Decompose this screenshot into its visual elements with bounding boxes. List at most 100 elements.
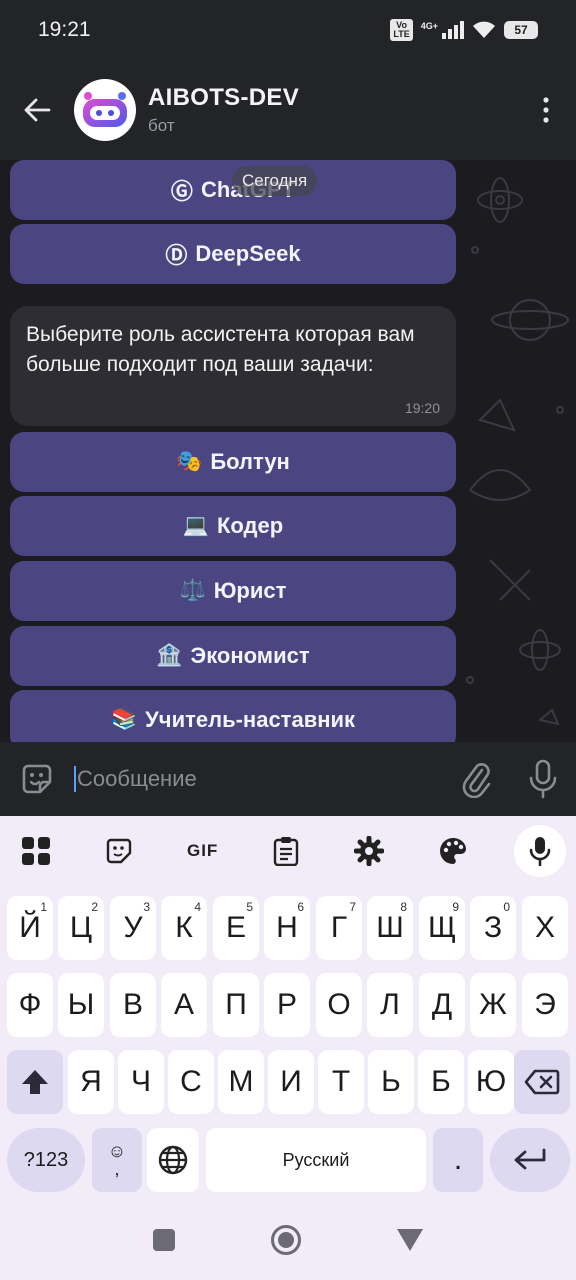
language-key[interactable] [147, 1128, 199, 1192]
key-й[interactable]: Й1 [7, 896, 53, 960]
role-button-lawyer[interactable]: ⚖️ Юрист [10, 561, 456, 621]
recents-button[interactable] [153, 1229, 175, 1251]
back-nav-button[interactable] [397, 1229, 423, 1251]
enter-icon [514, 1148, 546, 1170]
key-н[interactable]: Н6 [264, 896, 310, 960]
key-э[interactable]: Э [522, 973, 568, 1037]
key-а[interactable]: А [161, 973, 207, 1037]
books-icon: 📚 [110, 708, 138, 731]
key-г[interactable]: Г7 [316, 896, 362, 960]
key-т[interactable]: Т [318, 1050, 364, 1114]
gear-icon [354, 836, 385, 866]
key-х[interactable]: Х [522, 896, 568, 960]
key-label: Б [431, 1065, 451, 1098]
key-л[interactable]: Л [367, 973, 413, 1037]
key-ь[interactable]: Ь [368, 1050, 414, 1114]
model-button-chatgpt[interactable]: Ⓖ ChatGPT [10, 160, 456, 220]
key-label: М [228, 1065, 254, 1098]
comma-emoji-key[interactable]: ☺ , [92, 1128, 142, 1192]
backspace-key[interactable] [514, 1050, 570, 1114]
key-п[interactable]: П [213, 973, 259, 1037]
status-icons: Vo LTE 4G+ 57 [390, 19, 538, 41]
key-ы[interactable]: Ы [58, 973, 104, 1037]
key-label: Щ [427, 911, 457, 944]
system-nav-bar [0, 1200, 576, 1280]
settings-button[interactable] [347, 829, 391, 873]
space-key[interactable]: Русский [206, 1128, 426, 1192]
chat-area[interactable]: Ⓖ ChatGPT Сегодня Ⓓ DeepSeek Выберите ро… [0, 160, 576, 742]
key-и[interactable]: И [268, 1050, 314, 1114]
key-щ[interactable]: Щ9 [419, 896, 465, 960]
chat-header: AIBOTS-DEV бот [0, 60, 576, 160]
robot-icon [83, 92, 127, 127]
message-bubble: Выберите роль ассистента которая вам бол… [10, 306, 456, 426]
key-ч[interactable]: Ч [118, 1050, 164, 1114]
bot-title: AIBOTS-DEV [148, 84, 300, 111]
home-button[interactable] [271, 1225, 301, 1255]
enter-key[interactable] [490, 1128, 570, 1192]
key-label: Ь [381, 1065, 401, 1098]
key-ц[interactable]: Ц2 [58, 896, 104, 960]
battery-icon: 57 [504, 21, 538, 39]
role-button-coder[interactable]: 💻 Кодер [10, 496, 456, 556]
key-д[interactable]: Д [419, 973, 465, 1037]
key-ю[interactable]: Ю [468, 1050, 514, 1114]
emoji-sticker-button[interactable] [0, 742, 74, 816]
key-у[interactable]: У3 [110, 896, 156, 960]
key-label: Ы [67, 988, 95, 1021]
key-label: Ю [475, 1065, 507, 1098]
header-texts[interactable]: AIBOTS-DEV бот [148, 84, 516, 136]
shift-key[interactable] [7, 1050, 63, 1114]
key-е[interactable]: Е5 [213, 896, 259, 960]
key-з[interactable]: З0 [470, 896, 516, 960]
key-hint: 0 [503, 900, 510, 914]
status-time: 19:21 [38, 18, 91, 41]
keyboard-toolbar: GIF [0, 816, 576, 886]
key-б[interactable]: Б [418, 1050, 464, 1114]
symbols-key[interactable]: ?123 [7, 1128, 85, 1192]
key-hint: 8 [400, 900, 407, 914]
key-о[interactable]: О [316, 973, 362, 1037]
theme-button[interactable] [431, 829, 475, 873]
message-input[interactable]: Сообщение [74, 742, 444, 816]
back-button[interactable] [0, 60, 74, 160]
avatar[interactable] [74, 79, 136, 141]
theater-masks-icon: 🎭 [176, 450, 203, 473]
role-button-teacher[interactable]: 📚 Учитель-наставник [10, 690, 456, 742]
key-ф[interactable]: Ф [7, 973, 53, 1037]
key-label: Н [276, 911, 298, 944]
apps-grid-button[interactable] [14, 829, 58, 873]
laptop-icon: 💻 [182, 514, 209, 537]
sticker-tool-button[interactable] [97, 829, 141, 873]
role-button-boltun[interactable]: 🎭 Болтун [10, 432, 456, 492]
clipboard-button[interactable] [264, 829, 308, 873]
attach-button[interactable] [444, 742, 510, 816]
sticker-icon [22, 764, 52, 794]
gif-button[interactable]: GIF [181, 829, 225, 873]
voice-record-button[interactable] [510, 742, 576, 816]
volte-icon: Vo LTE [390, 19, 413, 41]
key-label: Ч [131, 1065, 151, 1098]
key-к[interactable]: К4 [161, 896, 207, 960]
key-ш[interactable]: Ш8 [367, 896, 413, 960]
period-key[interactable]: . [433, 1128, 483, 1192]
key-р[interactable]: Р [264, 973, 310, 1037]
voice-typing-button[interactable] [513, 825, 566, 877]
more-menu-button[interactable] [516, 60, 576, 160]
key-в[interactable]: В [110, 973, 156, 1037]
palette-icon [439, 838, 466, 864]
model-button-deepseek[interactable]: Ⓓ DeepSeek [10, 224, 456, 284]
key-label: ?123 [23, 1148, 69, 1171]
key-label: , [114, 1159, 120, 1179]
more-vertical-icon [543, 97, 549, 123]
key-label: Русский [282, 1149, 350, 1170]
key-м[interactable]: М [218, 1050, 264, 1114]
wifi-icon [473, 21, 495, 38]
key-с[interactable]: С [168, 1050, 214, 1114]
key-hint: 7 [349, 900, 356, 914]
signal-icon [442, 21, 464, 39]
key-label: Э [534, 988, 556, 1021]
role-button-economist[interactable]: 🏦 Экономист [10, 626, 456, 686]
key-ж[interactable]: Ж [470, 973, 516, 1037]
key-я[interactable]: Я [68, 1050, 114, 1114]
